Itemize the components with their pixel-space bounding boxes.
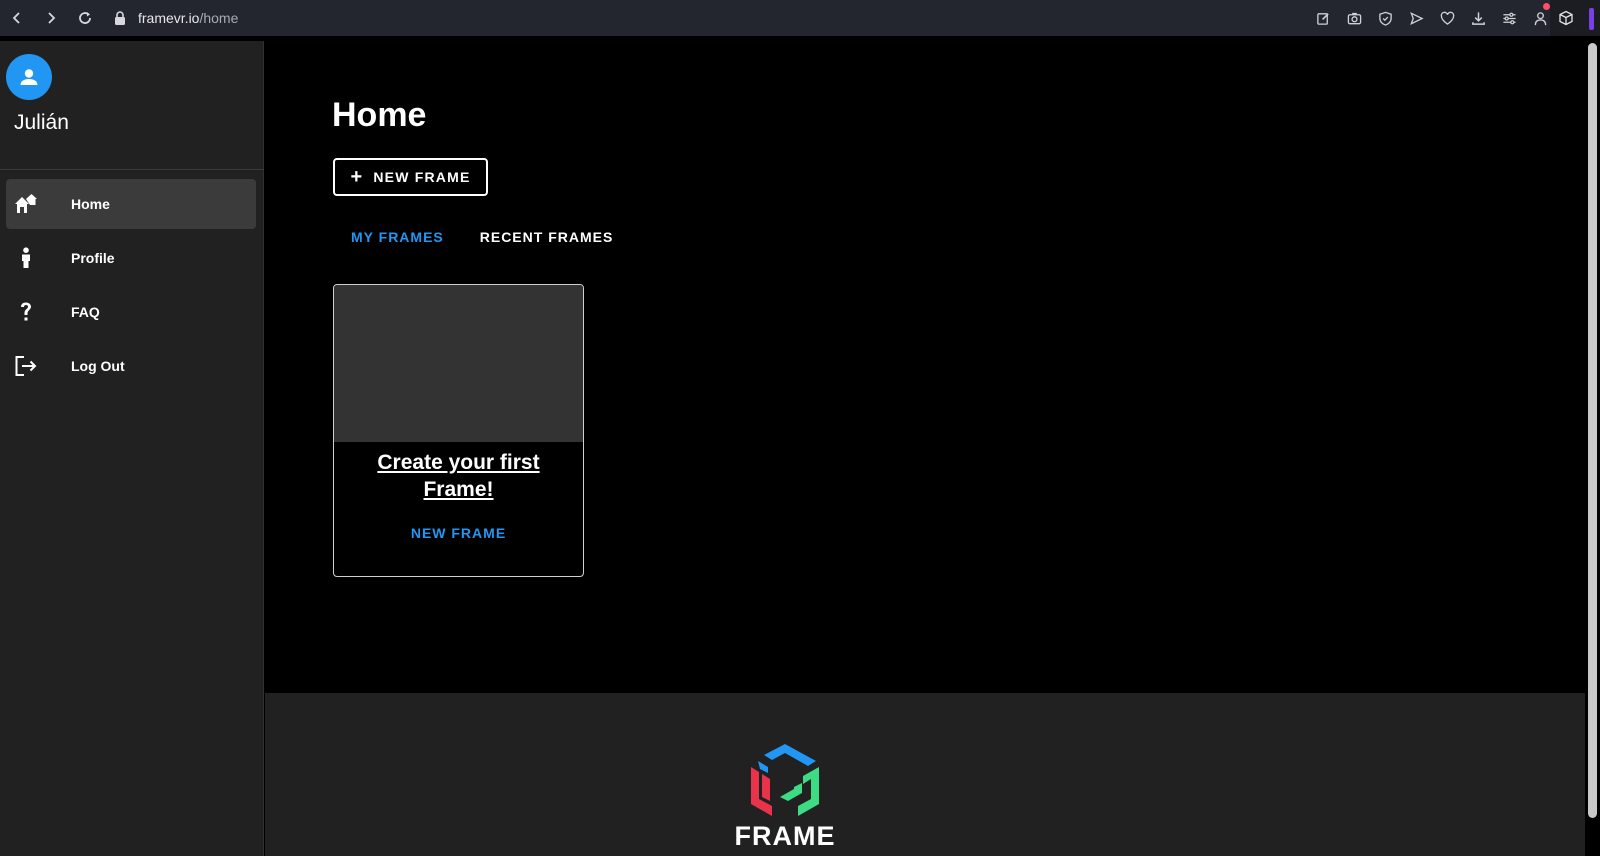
username: Julián <box>14 111 69 134</box>
lock-icon <box>115 11 125 25</box>
send-icon <box>1410 11 1424 25</box>
avatar[interactable] <box>6 54 52 100</box>
frame-logo-icon <box>751 744 819 816</box>
sliders-icon <box>1503 12 1516 24</box>
tab-recent-frames[interactable]: RECENT FRAMES <box>462 219 632 255</box>
sidebar-menu: Home Profile FAQ Log Out <box>6 179 256 395</box>
frames-tabs: MY FRAMES RECENT FRAMES <box>333 219 631 255</box>
edit-button[interactable] <box>1308 0 1339 36</box>
chevron-left-icon <box>12 12 20 24</box>
heart-icon <box>1440 11 1455 25</box>
account-icon <box>1534 11 1547 25</box>
sidebar-item-label: Home <box>71 196 110 212</box>
extension-toolbar <box>1308 0 1556 36</box>
sidebar-item-home[interactable]: Home <box>6 179 256 229</box>
shield-check-icon <box>1379 11 1392 26</box>
tab-my-frames[interactable]: MY FRAMES <box>333 219 462 255</box>
side-panel-indicator <box>1589 8 1594 30</box>
user-icon <box>20 69 38 85</box>
sidebar-item-label: FAQ <box>71 304 100 320</box>
sidebar-item-faq[interactable]: FAQ <box>6 287 256 337</box>
card-new-frame-button[interactable]: NEW FRAME <box>334 525 583 541</box>
card-title-link[interactable]: Create your first Frame! <box>334 449 583 503</box>
frame-logo-text: FRAME <box>734 821 836 851</box>
new-frame-label: NEW FRAME <box>373 169 471 185</box>
footer: FRAME <box>265 693 1585 856</box>
sidebar-item-label: Log Out <box>71 358 125 374</box>
url-path: /home <box>199 10 239 26</box>
sidebar-item-label: Profile <box>71 250 115 266</box>
sidebar: Julián Home Profile FAQ Log Out <box>0 41 264 856</box>
plus-icon: + <box>350 166 364 188</box>
forward-button[interactable] <box>34 1 68 35</box>
back-button[interactable] <box>0 1 34 35</box>
frame-thumbnail <box>334 285 583 442</box>
notification-dot <box>1543 3 1550 10</box>
home-icon <box>6 193 46 215</box>
cube-icon[interactable] <box>1558 10 1574 26</box>
reload-button[interactable] <box>68 1 102 35</box>
url-host: framevr.io <box>138 10 200 26</box>
screenshot-button[interactable] <box>1339 0 1370 36</box>
sidebar-item-profile[interactable]: Profile <box>6 233 256 283</box>
sidebar-item-logout[interactable]: Log Out <box>6 341 256 391</box>
browser-toolbar: framevr.io/home <box>0 0 1600 36</box>
question-icon <box>6 301 46 323</box>
person-icon <box>6 247 46 269</box>
page-scrollbar[interactable] <box>1585 41 1600 856</box>
downloads-button[interactable] <box>1463 0 1494 36</box>
reload-icon <box>79 12 91 24</box>
new-frame-button[interactable]: + NEW FRAME <box>333 158 488 196</box>
extension-panel <box>1550 0 1600 36</box>
page-title: Home <box>332 96 427 134</box>
frame-logo: FRAME <box>735 743 835 852</box>
shield-button[interactable] <box>1370 0 1401 36</box>
sidebar-divider <box>0 169 264 170</box>
create-frame-card[interactable]: Create your first Frame! NEW FRAME <box>333 284 584 577</box>
edit-icon <box>1317 12 1329 25</box>
camera-icon <box>1347 12 1362 24</box>
chevron-right-icon <box>48 12 56 24</box>
address-bar[interactable]: framevr.io/home <box>114 10 238 26</box>
logout-icon <box>6 355 46 377</box>
favorites-button[interactable] <box>1432 0 1463 36</box>
scrollbar-thumb[interactable] <box>1588 43 1597 818</box>
download-icon <box>1472 11 1485 25</box>
settings-button[interactable] <box>1494 0 1525 36</box>
send-button[interactable] <box>1401 0 1432 36</box>
